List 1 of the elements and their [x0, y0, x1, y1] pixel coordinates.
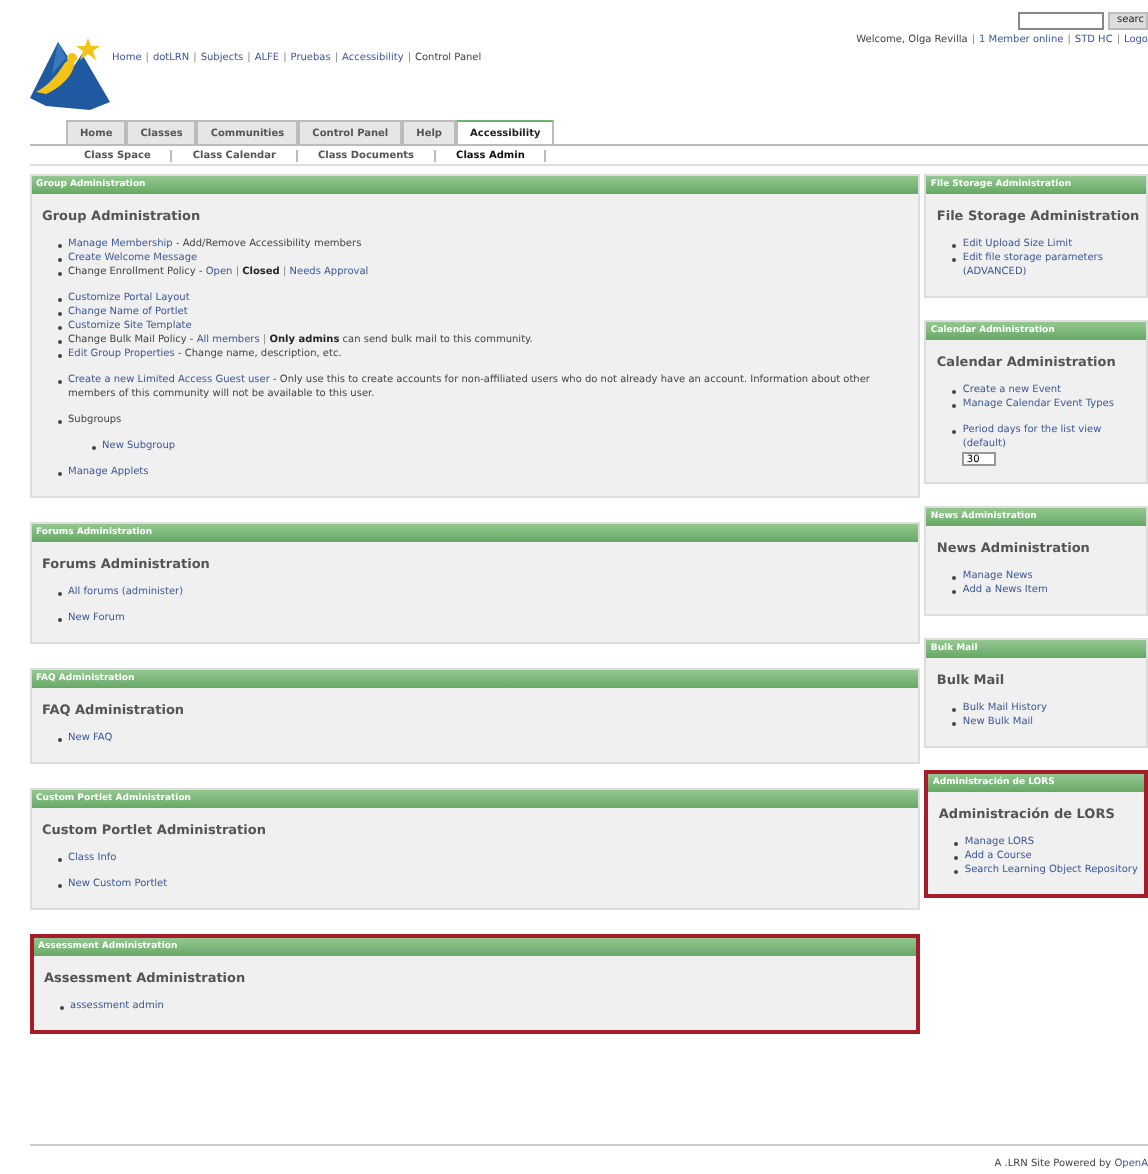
search-field[interactable] — [1017, 12, 1104, 30]
